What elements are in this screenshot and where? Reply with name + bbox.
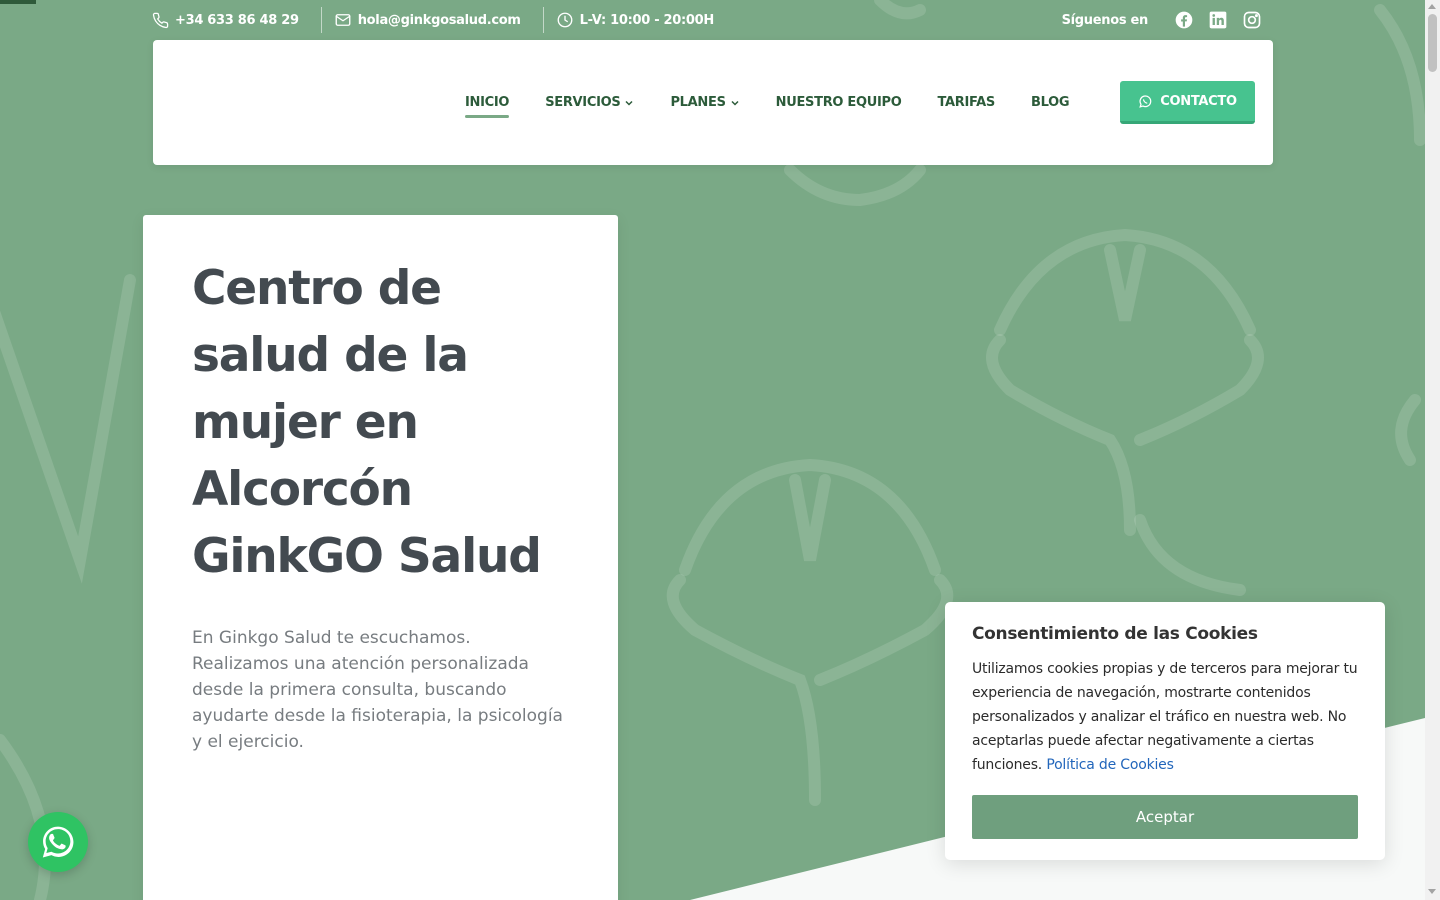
phone-icon [152, 12, 169, 28]
topbar-separator [320, 7, 322, 33]
instagram-icon[interactable] [1242, 10, 1262, 30]
top-corner-accent [0, 0, 36, 4]
chevron-down-icon [731, 100, 739, 106]
top-info-bar: +34 633 86 48 29 hola@ginkgosalud.com L-… [152, 0, 1262, 40]
opening-hours: L-V: 10:00 - 20:00H [556, 0, 714, 40]
facebook-icon[interactable] [1174, 10, 1194, 30]
nav-item-label: PLANES [670, 95, 726, 110]
phone-text: +34 633 86 48 29 [175, 12, 299, 28]
page-scrollbar[interactable] [1425, 0, 1440, 900]
nav-item-label: TARIFAS [937, 95, 995, 110]
main-navbar: INICIO SERVICIOS PLANES NUESTRO EQUIPO T… [153, 40, 1273, 165]
nav-item-servicios[interactable]: SERVICIOS [545, 95, 634, 110]
cookie-policy-link[interactable]: Política de Cookies [1046, 757, 1174, 773]
nav-item-label: INICIO [465, 95, 510, 110]
nav-item-label: NUESTRO EQUIPO [775, 95, 902, 110]
nav-links: INICIO SERVICIOS PLANES NUESTRO EQUIPO T… [465, 40, 1105, 165]
whatsapp-icon [42, 826, 74, 858]
hero-card: Centro de salud de la mujer en Alcorcón … [143, 215, 618, 900]
cookie-title: Consentimiento de las Cookies [972, 624, 1258, 644]
scroll-down-arrow[interactable] [1428, 889, 1436, 894]
scroll-thumb[interactable] [1428, 14, 1437, 72]
cookie-text: Utilizamos cookies propias y de terceros… [972, 657, 1358, 777]
whatsapp-floating-button[interactable] [28, 812, 88, 872]
linkedin-icon[interactable] [1208, 10, 1228, 30]
social-label: Síguenos en [1061, 12, 1149, 28]
clock-icon [557, 12, 573, 28]
mail-icon [335, 14, 351, 26]
nav-item-planes[interactable]: PLANES [670, 95, 739, 110]
nav-item-nuestro-equipo[interactable]: NUESTRO EQUIPO [776, 95, 902, 110]
contact-button[interactable]: CONTACTO [1120, 81, 1255, 124]
nav-item-label: BLOG [1030, 95, 1070, 110]
accept-cookies-button[interactable]: Aceptar [972, 795, 1358, 839]
nav-item-label: SERVICIOS [545, 95, 621, 110]
topbar-separator [542, 7, 544, 33]
phone-link[interactable]: +34 633 86 48 29 [152, 0, 299, 40]
cookie-consent-banner: Consentimiento de las Cookies Utilizamos… [945, 602, 1385, 860]
nav-item-tarifas[interactable]: TARIFAS [937, 95, 995, 110]
email-link[interactable]: hola@ginkgosalud.com [334, 0, 521, 40]
hero-description: En Ginkgo Salud te escuchamos. Realizamo… [192, 628, 563, 752]
hours-text: L-V: 10:00 - 20:00H [579, 12, 715, 28]
whatsapp-icon [1139, 94, 1152, 108]
contact-button-label: CONTACTO [1160, 93, 1237, 109]
nav-item-blog[interactable]: BLOG [1030, 95, 1070, 110]
chevron-down-icon [625, 100, 633, 106]
nav-item-inicio[interactable]: INICIO [465, 95, 510, 118]
email-text: hola@ginkgosalud.com [357, 12, 521, 28]
hero-title: Centro de salud de la mujer en Alcorcón … [192, 261, 542, 584]
scroll-up-arrow[interactable] [1428, 4, 1436, 9]
